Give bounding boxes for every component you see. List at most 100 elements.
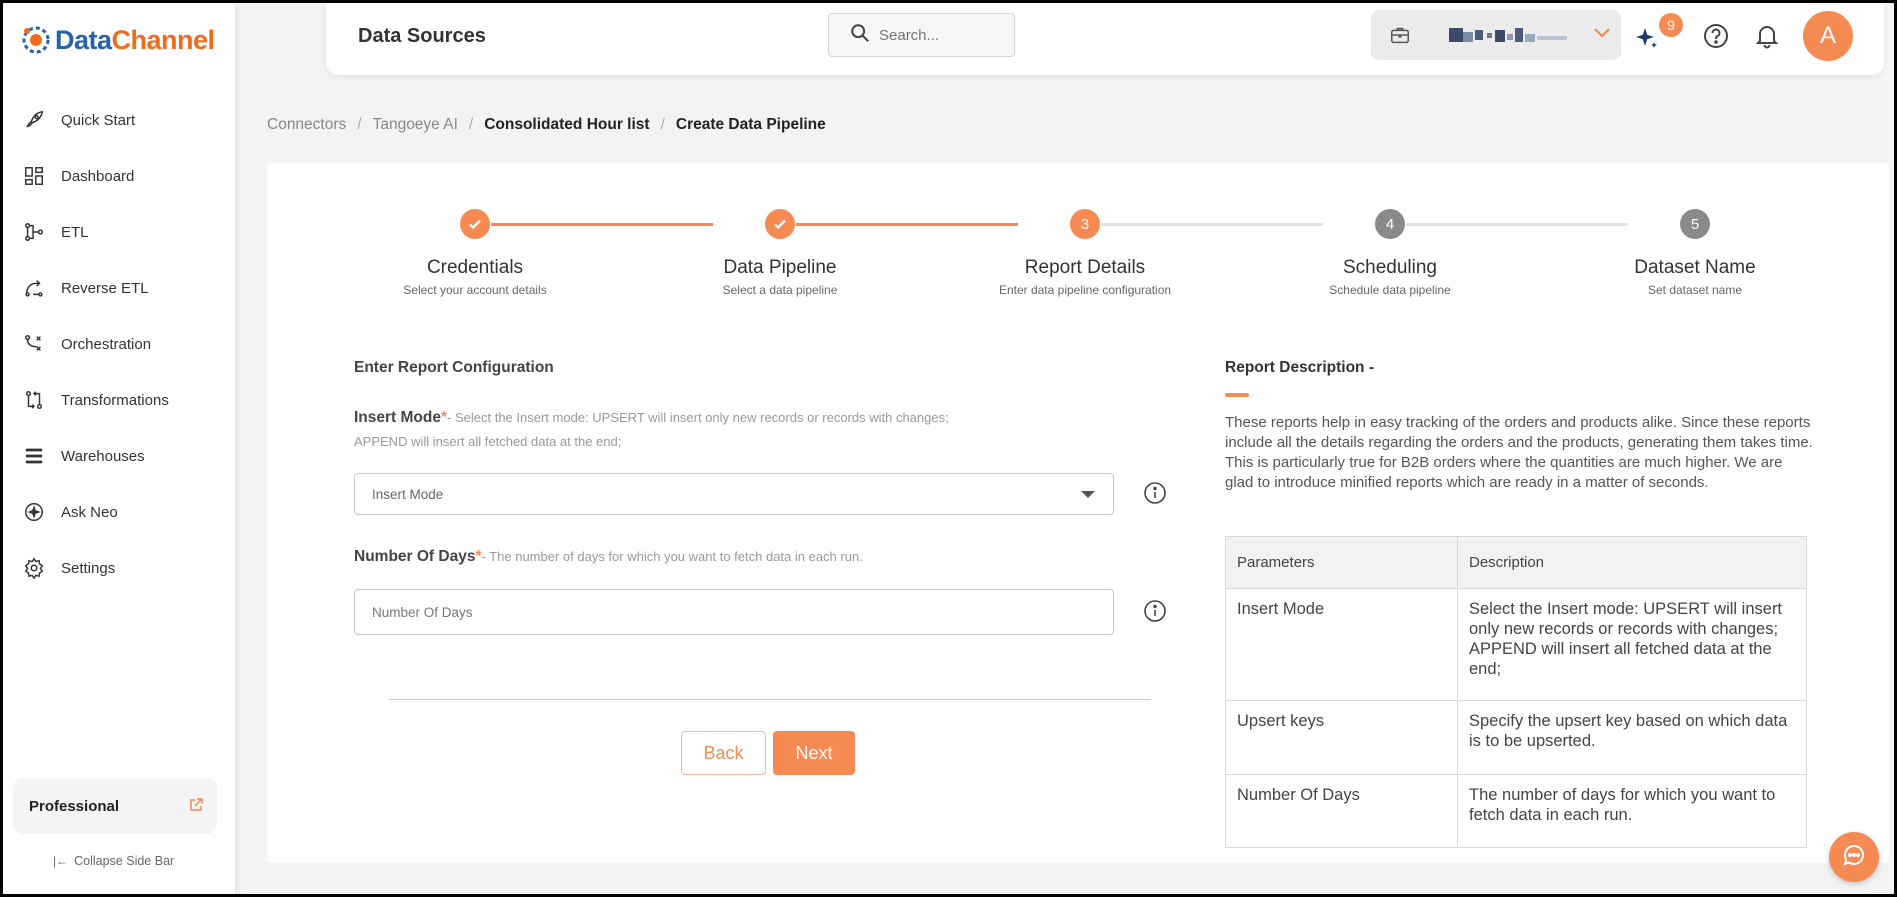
info-icon[interactable]: [1143, 481, 1167, 505]
warehouses-icon: [21, 443, 47, 469]
sidebar-item-label: Ask Neo: [61, 503, 118, 521]
plan-label: Professional: [29, 797, 120, 815]
title-underline: [1225, 393, 1249, 397]
sidebar-item-label: Orchestration: [61, 335, 152, 353]
table-row: Insert Mode Select the Insert mode: UPSE…: [1225, 588, 1807, 701]
account-switcher[interactable]: [1371, 10, 1621, 60]
plan-box[interactable]: Professional: [13, 778, 217, 834]
param-description: The number of days for which you want to…: [1457, 774, 1807, 848]
column-header-description: Description: [1457, 536, 1807, 589]
step-title: Dataset Name: [1634, 257, 1756, 278]
param-description: Specify the upsert key based on which da…: [1457, 700, 1807, 775]
param-name: Upsert keys: [1225, 700, 1458, 775]
bell-icon[interactable]: [1754, 22, 1780, 55]
sidebar-nav: Quick Start Dashboard ETL Reverse ETL Or…: [3, 92, 235, 596]
number-of-days-label-text: Number Of Days: [354, 548, 476, 565]
logo[interactable]: DataChannel: [19, 23, 215, 57]
avatar[interactable]: A: [1803, 11, 1853, 61]
check-icon: [460, 209, 490, 239]
sidebar-item-quick-start[interactable]: Quick Start: [3, 92, 235, 148]
pipeline-card: Credentials Select your account details …: [267, 163, 1889, 863]
insert-mode-placeholder: Insert Mode: [372, 486, 444, 502]
report-description-text: These reports help in easy tracking of t…: [1225, 414, 1813, 491]
table-row: Number Of Days The number of days for wh…: [1225, 774, 1807, 848]
logo-text: DataChannel: [55, 24, 215, 55]
step-credentials[interactable]: Credentials Select your account details: [325, 209, 625, 297]
step-title: Scheduling: [1342, 257, 1438, 278]
step-scheduling[interactable]: 4 Scheduling Schedule data pipeline: [1240, 209, 1540, 297]
chat-bubble-icon: [1840, 841, 1868, 874]
info-icon[interactable]: [1143, 599, 1167, 623]
sidebar-item-orchestration[interactable]: Orchestration: [3, 316, 235, 372]
app-window: DataChannel Quick Start Dashboard ETL Re…: [3, 3, 1894, 894]
ask-neo-icon: [21, 499, 47, 525]
sidebar-item-label: ETL: [61, 223, 89, 241]
breadcrumb-connectors[interactable]: Connectors: [267, 116, 346, 134]
dropdown-caret-icon: [1081, 491, 1095, 498]
page-title: Data Sources: [358, 25, 486, 47]
back-button[interactable]: Back: [681, 731, 766, 775]
breadcrumb: Connectors / Tangoeye AI / Consolidated …: [267, 116, 826, 134]
breadcrumb-separator: /: [357, 116, 362, 133]
top-bar: Data Sources Search... 9 A: [326, 3, 1884, 75]
sidebar-item-label: Settings: [61, 559, 116, 577]
sidebar-item-settings[interactable]: Settings: [3, 540, 235, 596]
step-data-pipeline[interactable]: Data Pipeline Select a data pipeline: [630, 209, 930, 297]
number-of-days-hint: - The number of days for which you want …: [481, 549, 863, 564]
search-box[interactable]: [828, 13, 1015, 57]
sidebar-item-label: Reverse ETL: [61, 279, 149, 297]
breadcrumb-tangoeye[interactable]: Tangoeye AI: [373, 116, 458, 134]
chat-button[interactable]: [1829, 832, 1879, 882]
rocket-icon: [21, 107, 47, 133]
sidebar-item-etl[interactable]: ETL: [3, 204, 235, 260]
breadcrumb-consolidated-hour-list[interactable]: Consolidated Hour list: [484, 116, 649, 134]
breadcrumb-separator: /: [468, 116, 474, 133]
step-number: 5: [1680, 209, 1710, 239]
step-subtitle: Schedule data pipeline: [1329, 283, 1451, 297]
sidebar-item-label: Quick Start: [61, 111, 136, 129]
sidebar-item-transformations[interactable]: Transformations: [3, 372, 235, 428]
insert-mode-label: Insert Mode*- Select the Insert mode: UP…: [354, 408, 1054, 428]
check-icon: [765, 209, 795, 239]
sidebar-item-warehouses[interactable]: Warehouses: [3, 428, 235, 484]
step-title: Report Details: [1024, 257, 1146, 278]
sidebar-item-label: Warehouses: [61, 447, 145, 465]
insert-mode-select[interactable]: Insert Mode: [354, 473, 1114, 515]
dashboard-icon: [21, 163, 47, 189]
gear-icon: [21, 555, 47, 581]
sidebar-item-label: Dashboard: [61, 167, 135, 185]
number-of-days-label: Number Of Days*- The number of days for …: [354, 547, 1054, 567]
number-of-days-input[interactable]: [354, 589, 1114, 635]
orchestration-icon: [21, 331, 47, 357]
collapse-label: Collapse Side Bar: [74, 854, 175, 868]
sidebar-item-dashboard[interactable]: Dashboard: [3, 148, 235, 204]
search-input[interactable]: [879, 26, 999, 44]
form-title: Enter Report Configuration: [354, 359, 554, 376]
step-title: Credentials: [426, 257, 524, 278]
breadcrumb-separator: /: [660, 116, 665, 133]
insert-mode-hint: - Select the Insert mode: UPSERT will in…: [447, 410, 949, 425]
notification-badge: 9: [1659, 13, 1683, 37]
step-dataset-name[interactable]: 5 Dataset Name Set dataset name: [1545, 209, 1845, 297]
step-report-details[interactable]: 3 Report Details Enter data pipeline con…: [935, 209, 1235, 297]
insert-mode-hint-line2: APPEND will insert all fetched data at t…: [354, 434, 622, 449]
sidebar-item-ask-neo[interactable]: Ask Neo: [3, 484, 235, 540]
step-subtitle: Select a data pipeline: [722, 283, 838, 297]
step-subtitle: Set dataset name: [1647, 283, 1743, 297]
transformations-icon: [21, 387, 47, 413]
collapse-sidebar-button[interactable]: |← Collapse Side Bar: [53, 854, 174, 868]
help-icon[interactable]: [1702, 22, 1730, 55]
next-button[interactable]: Next: [773, 731, 855, 775]
column-header-parameters: Parameters: [1225, 536, 1458, 589]
step-number: 3: [1070, 209, 1100, 239]
sparkle-icon[interactable]: [1634, 25, 1660, 56]
sidebar-item-reverse-etl[interactable]: Reverse ETL: [3, 260, 235, 316]
table-row: Upsert keys Specify the upsert key based…: [1225, 700, 1807, 775]
collapse-arrow-icon: |←: [53, 854, 69, 868]
param-description: Select the Insert mode: UPSERT will inse…: [1457, 588, 1807, 701]
external-link-icon[interactable]: [189, 798, 203, 812]
reverse-etl-icon: [21, 275, 47, 301]
table-header-row: Parameters Description: [1225, 536, 1807, 589]
param-name: Insert Mode: [1225, 588, 1458, 701]
etl-icon: [21, 219, 47, 245]
